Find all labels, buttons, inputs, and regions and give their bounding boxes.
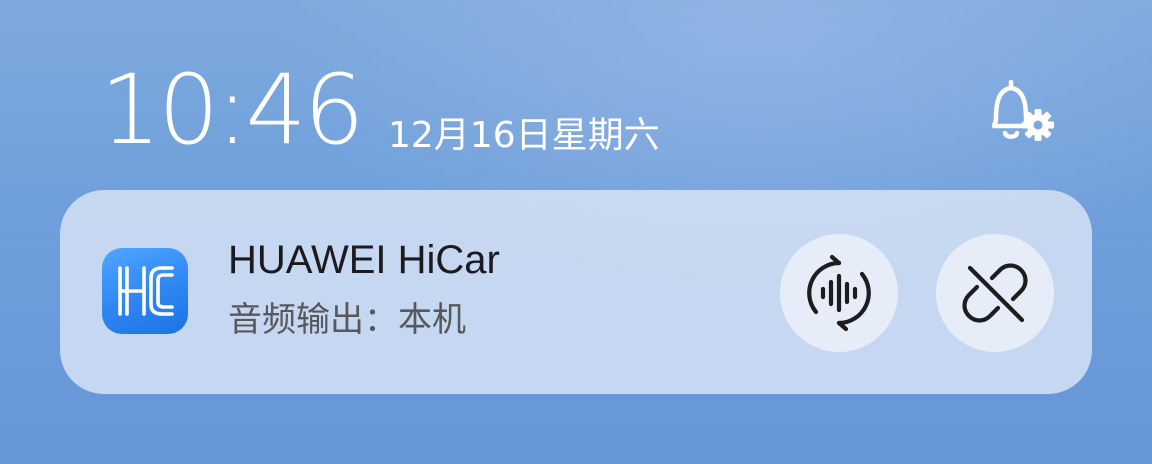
app-name: HUAWEI HiCar	[228, 238, 500, 282]
clock-time: 10:46	[100, 54, 365, 166]
date-label: 12月16日星期六	[388, 115, 660, 156]
disconnect-button[interactable]	[936, 234, 1054, 352]
audio-switch-icon	[807, 254, 871, 332]
notification-settings-button[interactable]	[978, 76, 1064, 152]
audio-switch-button[interactable]	[780, 234, 898, 352]
hicar-app-icon	[102, 248, 188, 334]
audio-output-status: 音频输出：本机	[228, 300, 466, 340]
hicar-notification-card[interactable]: HUAWEI HiCar 音频输出：本机	[60, 190, 1092, 394]
bell-settings-icon	[991, 79, 1054, 141]
disconnect-link-icon	[962, 263, 1028, 323]
